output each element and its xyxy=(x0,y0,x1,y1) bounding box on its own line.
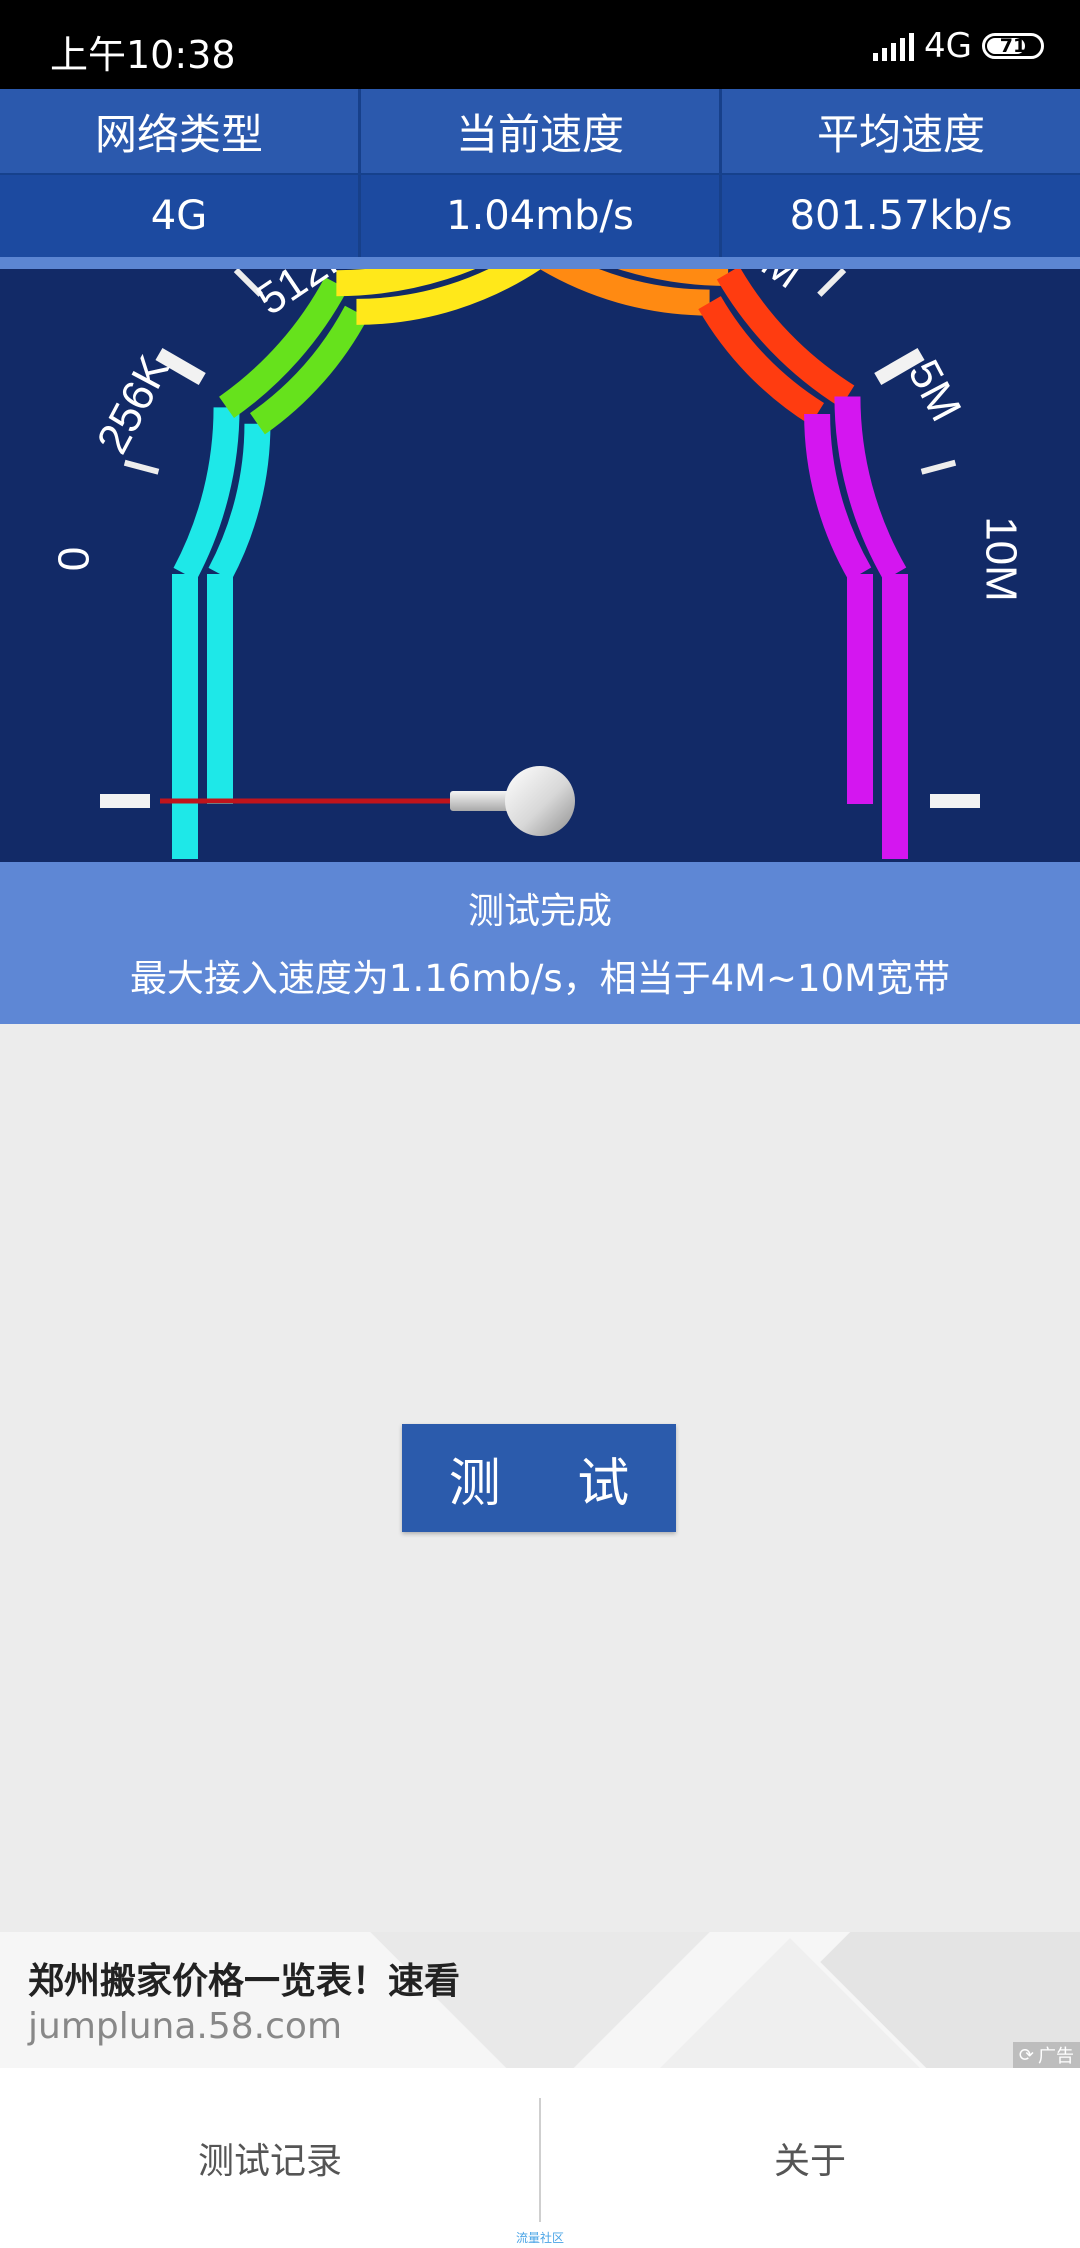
status-time: 上午10:38 xyxy=(50,33,236,77)
stats-value-average-speed: 801.57kb/s xyxy=(789,193,1013,239)
footer-watermark: 流量社区 xyxy=(515,2231,564,2245)
speed-gauge-dial: 0 256K 512K 1M 3M 5M 10M xyxy=(50,269,1025,859)
gauge-minor-tick xyxy=(123,459,160,475)
stats-value-row: 4G 1.04mb/s 801.57kb/s xyxy=(0,175,1080,257)
stats-header-network-type: 网络类型 xyxy=(0,89,361,173)
nav-about[interactable]: 关于 xyxy=(540,2068,1080,2248)
status-icons: 4G 71 xyxy=(873,26,1044,66)
gauge-label-10m: 10M xyxy=(976,516,1025,602)
speed-gauge: 0 256K 512K 1M 3M 5M 10M xyxy=(0,269,1080,862)
ad-banner[interactable]: 郑州搬家价格一览表！速看 jumpluna.58.com ⟳ 广告 xyxy=(0,1932,1080,2068)
result-detail: 最大接入速度为1.16mb/s，相当于4M~10M宽带 xyxy=(129,957,951,1000)
result-panel: 测试完成 最大接入速度为1.16mb/s，相当于4M~10M宽带 xyxy=(0,862,1080,1024)
refresh-icon: ⟳ xyxy=(1018,2044,1034,2066)
stats-header-current-speed: 当前速度 xyxy=(361,89,722,173)
ad-url[interactable]: jumpluna.58.com xyxy=(28,2006,342,2047)
speed-stats-table: 网络类型 当前速度 平均速度 4G 1.04mb/s 801.57kb/s xyxy=(0,89,1080,257)
bottom-nav: 测试记录 关于 流量社区 xyxy=(0,2068,1080,2248)
start-test-button[interactable]: 测 试 xyxy=(402,1424,676,1532)
signal-strength-icon xyxy=(873,31,915,61)
stats-header-row: 网络类型 当前速度 平均速度 xyxy=(0,89,1080,173)
gauge-label-256k: 256K xyxy=(88,348,180,462)
stats-divider xyxy=(0,257,1080,269)
ad-badge-label: 广告 xyxy=(1038,2046,1074,2067)
gauge-label-0: 0 xyxy=(50,547,99,571)
stats-value-network-type: 4G xyxy=(0,175,361,257)
ad-badge[interactable]: ⟳ 广告 xyxy=(1012,2042,1080,2068)
ad-title[interactable]: 郑州搬家价格一览表！速看 xyxy=(28,1952,460,2004)
gauge-minor-tick xyxy=(920,459,957,475)
result-title: 测试完成 xyxy=(467,891,612,932)
network-type-indicator: 4G xyxy=(924,26,972,66)
gauge-minor-tick xyxy=(817,269,847,297)
status-bar: 上午10:38 4G 71 xyxy=(0,0,1080,89)
battery-level: 71 xyxy=(999,35,1027,57)
battery-icon: 71 xyxy=(982,33,1044,59)
stats-value-current-speed: 1.04mb/s xyxy=(361,175,722,257)
nav-test-history[interactable]: 测试记录 xyxy=(0,2068,540,2248)
stats-header-average-speed: 平均速度 xyxy=(816,109,985,159)
gauge-inner-arc xyxy=(207,269,873,804)
